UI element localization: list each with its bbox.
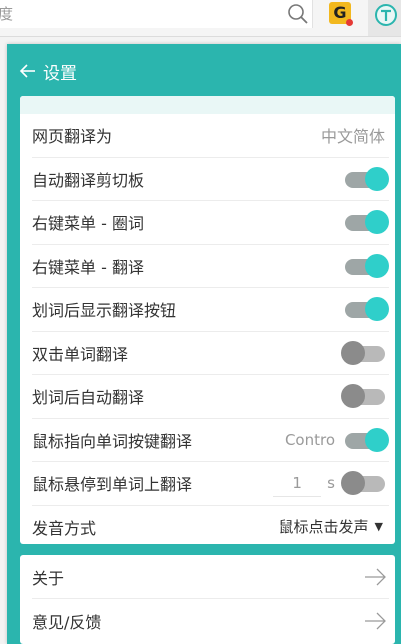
auto-clipboard-toggle[interactable] [341,166,389,191]
setting-label: 鼠标悬停到单词上翻译 [32,475,193,495]
setting-hover-translate: 鼠标悬停到单词上翻译 s [32,462,389,506]
setting-label: 发音方式 [32,518,97,538]
setting-context-menu-select: 右键菜单 - 圈词 [32,201,389,245]
link-label: 关于 [32,568,65,588]
setting-label: 网页翻译为 [32,127,113,147]
setting-label: 划词后自动翻译 [32,388,145,408]
badge-dot [346,19,353,26]
arrow-right-icon [365,612,386,629]
setting-double-click-translate: 双击单词翻译 [32,332,389,375]
arrow-right-icon [365,568,386,585]
pronunciation-value: 鼠标点击发声 [278,518,369,537]
back-arrow-icon [19,64,35,78]
settings-popup: 设置 网页翻译为 中文简体 自动翻译剪切板 右键菜单 - 圈词 右键菜单 - 翻… [7,44,401,644]
links-card: 关于 意见/反馈 [20,555,395,644]
translate-extension-icon [375,4,397,26]
key-select[interactable]: Contro [285,431,335,449]
mouse-point-key-toggle[interactable] [341,427,389,452]
settings-card: 网页翻译为 中文简体 自动翻译剪切板 右键菜单 - 圈词 右键菜单 - 翻译 划… [20,96,395,544]
link-feedback[interactable]: 意见/反馈 [32,599,389,642]
mouse-point-controls: Contro [285,427,389,452]
popup-header: 设置 [7,44,401,96]
seconds-unit: s [327,474,335,493]
g-extension-icon[interactable]: G [329,2,353,26]
setting-label: 自动翻译剪切板 [32,170,145,190]
setting-label: 鼠标指向单词按键翻译 [32,431,193,451]
setting-page-translate-to[interactable]: 网页翻译为 中文简体 [32,114,389,158]
link-label: 意见/反馈 [32,612,102,632]
context-menu-select-toggle[interactable] [341,210,389,235]
caret-down-icon: ▼ [374,520,383,534]
page-title: 设置 [43,63,77,84]
setting-label: 右键菜单 - 圈词 [32,214,144,234]
browser-toolbar: 度 G [0,0,401,37]
address-bar[interactable]: 度 [0,0,313,28]
setting-label: 划词后显示翻译按钮 [32,301,177,321]
hover-translate-toggle[interactable] [341,471,389,496]
setting-label: 双击单词翻译 [32,344,129,364]
setting-label: 右键菜单 - 翻译 [32,257,144,277]
auto-translate-after-select-toggle[interactable] [341,384,389,409]
context-menu-translate-toggle[interactable] [341,253,389,278]
setting-auto-translate-after-select: 划词后自动翻译 [32,375,389,419]
pronunciation-select[interactable]: 鼠标点击发声 ▼ [279,516,383,537]
show-translate-button-toggle[interactable] [341,297,389,322]
setting-show-translate-button: 划词后显示翻译按钮 [32,288,389,332]
setting-context-menu-translate: 右键菜单 - 翻译 [32,245,389,288]
double-click-translate-toggle[interactable] [341,340,389,365]
hover-controls: s [273,469,389,497]
setting-pronunciation: 发音方式 鼠标点击发声 ▼ [32,506,389,545]
translate-extension-button[interactable] [368,0,401,36]
address-text: 度 [0,5,14,23]
card-top-band [20,96,395,114]
setting-auto-clipboard: 自动翻译剪切板 [32,158,389,201]
language-select[interactable]: 中文简体 [321,123,385,147]
hover-seconds-input[interactable] [273,469,322,497]
link-about[interactable]: 关于 [32,555,389,599]
back-button[interactable]: 设置 [19,59,77,84]
search-icon[interactable] [287,3,309,25]
setting-mouse-point-key-translate: 鼠标指向单词按键翻译 Contro [32,419,389,462]
